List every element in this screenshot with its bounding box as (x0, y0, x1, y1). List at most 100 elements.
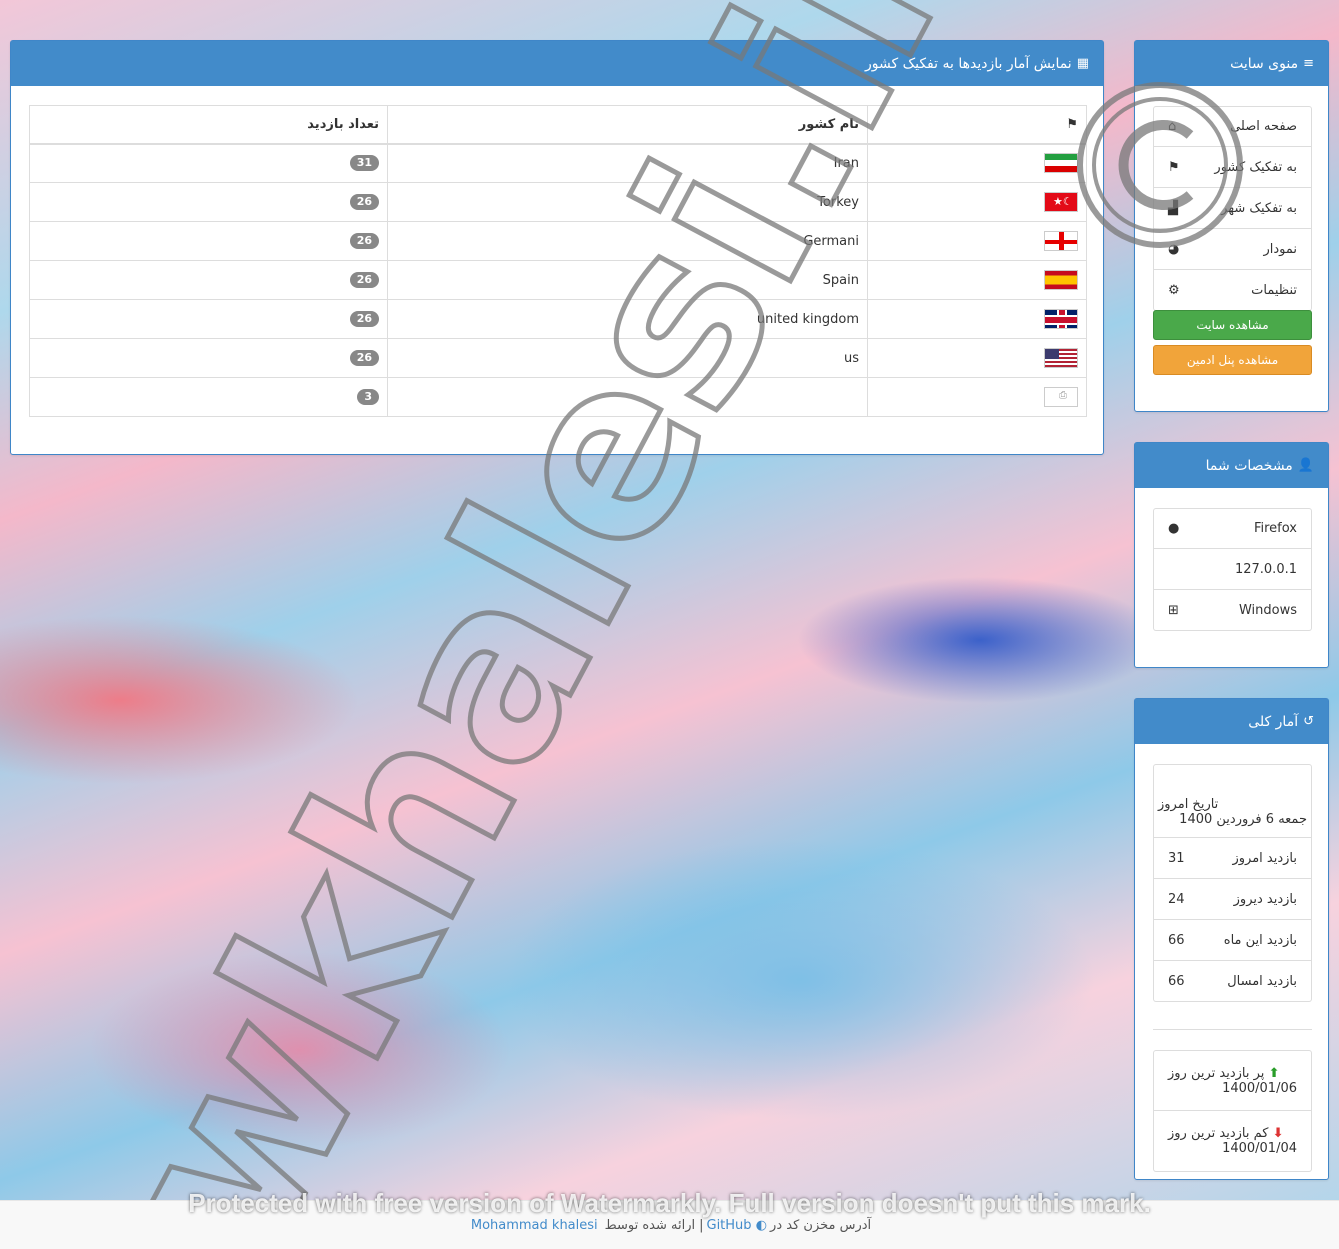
menu-item-by-country[interactable]: به تفکیک کشور ⚑ (1153, 147, 1312, 188)
menu-item-label: به تفکیک کشور (1214, 159, 1297, 175)
arrow-down-circle-icon: ⬇ (1272, 1126, 1284, 1141)
visits-badge: 26 (349, 194, 379, 210)
table-row: Germani 26 (29, 221, 1087, 261)
least-visited-day-item: ⬇ کم بازدید ترین روز 1400/01/04 (1153, 1111, 1312, 1172)
table-row: Spain 26 (29, 260, 1087, 300)
menu-item-label: به تفکیک شهر (1221, 200, 1297, 216)
visits-cell: 26 (29, 299, 388, 339)
most-visited-line: ⬆ پر بازدید ترین روز (1168, 1066, 1279, 1081)
stat-item-today: بازدید امروز 31 (1153, 838, 1312, 879)
visits-badge: 31 (349, 155, 379, 172)
menu-item-home[interactable]: صفحه اصلی ⌂ (1153, 106, 1312, 147)
flag-header-icon: ⚑ (1066, 116, 1078, 132)
general-stats-list: تاریخ امروز جمعه 6 فروردین 1400 بازدید ا… (1153, 764, 1312, 1002)
github-icon: ◐ (755, 1217, 768, 1233)
turkey-flag-icon (1044, 192, 1078, 212)
ip-label: 127.0.0.1 (1234, 561, 1297, 577)
site-menu-title: منوی سایت (1230, 55, 1299, 72)
user-info-title: مشخصات شما (1205, 457, 1293, 474)
most-visited-date: 1400/01/06 (1222, 1080, 1297, 1096)
table-row: us 26 (29, 338, 1087, 378)
general-stats-panel: ↺ آمار کلی تاریخ امروز جمعه 6 فروردین 14… (1134, 698, 1329, 1180)
os-label: Windows (1238, 602, 1297, 618)
table-row: 3 (29, 377, 1087, 417)
site-menu-list: صفحه اصلی ⌂ به تفکیک کشور ⚑ به تفکیک شهر… (1153, 106, 1312, 311)
country-stats-title: نمایش آمار بازدیدها به تفکیک کشور (864, 55, 1072, 72)
github-link-label: GitHub (706, 1217, 752, 1233)
flag-cell (867, 338, 1087, 378)
menu-item-settings[interactable]: تنظیمات ⚙ (1153, 270, 1312, 311)
history-icon: ↺ (1303, 714, 1314, 729)
us-flag-icon (1044, 348, 1078, 368)
stat-value: 31 (1168, 850, 1185, 866)
unknown-flag-icon (1044, 387, 1078, 407)
most-visited-day-item: ⬆ پر بازدید ترین روز 1400/01/06 (1153, 1050, 1312, 1111)
visits-cell: 3 (29, 377, 388, 417)
browser-label: Firefox (1253, 521, 1297, 536)
menu-item-chart[interactable]: نمودار ◕ (1153, 229, 1312, 270)
country-stats-panel: ▦ نمایش آمار بازدیدها به تفکیک کشور ⚑ نا… (10, 40, 1104, 455)
stat-value: 66 (1168, 973, 1185, 989)
country-cell: Torkey (387, 182, 868, 222)
user-info-heading: 👤 مشخصات شما (1135, 443, 1328, 488)
site-menu-panel: ≡ منوی سایت صفحه اصلی ⌂ به تفکیک کشور ⚑ … (1134, 40, 1329, 412)
least-visited-label: کم بازدید ترین روز (1168, 1126, 1269, 1141)
country-cell: us (387, 338, 868, 378)
country-stats-heading: ▦ نمایش آمار بازدیدها به تفکیک کشور (11, 41, 1103, 86)
stat-value: 66 (1168, 932, 1185, 948)
arrow-up-circle-icon: ⬆ (1268, 1065, 1280, 1081)
most-visited-label: پر بازدید ترین روز (1168, 1065, 1265, 1081)
flag-cell (867, 221, 1087, 261)
divider (1153, 1029, 1312, 1030)
country-cell: united kingdom (387, 299, 868, 339)
country-cell: Spain (387, 260, 868, 300)
view-site-button[interactable]: مشاهده سایت (1153, 310, 1312, 340)
today-date-value: جمعه 6 فروردین 1400 (1179, 812, 1307, 827)
stat-label: بازدید دیروز (1233, 891, 1297, 907)
windows-icon: ⊞ (1168, 602, 1179, 618)
menu-item-by-city[interactable]: به تفکیک شهر ▟ (1153, 188, 1312, 229)
general-stats-title: آمار کلی (1248, 713, 1299, 730)
stat-label: بازدید امروز (1232, 850, 1297, 866)
least-visited-line: ⬇ کم بازدید ترین روز (1168, 1126, 1284, 1141)
country-column-header: نام کشور (387, 105, 868, 145)
view-admin-button[interactable]: مشاهده پنل ادمین (1153, 345, 1312, 375)
flag-cell (867, 377, 1087, 417)
flag-cell (867, 299, 1087, 339)
ip-item: 127.0.0.1 (1153, 549, 1312, 590)
table-header-row: ⚑ نام کشور تعداد بازدید (29, 105, 1087, 145)
table-row: Iran 31 (29, 143, 1087, 183)
visits-cell: 26 (29, 260, 388, 300)
least-visited-date: 1400/01/04 (1222, 1141, 1297, 1156)
visits-cell: 26 (29, 221, 388, 261)
pie-chart-icon: ◕ (1168, 241, 1180, 257)
user-info-panel: 👤 مشخصات شما Firefox ● 127.0.0.1 Windows… (1134, 442, 1329, 668)
visits-cell: 31 (29, 143, 388, 183)
general-stats-heading: ↺ آمار کلی (1135, 699, 1328, 744)
record-days-list: ⬆ پر بازدید ترین روز 1400/01/06 ⬇ کم باز… (1153, 1050, 1312, 1172)
site-menu-heading: ≡ منوی سایت (1135, 41, 1328, 86)
country-stats-table: ⚑ نام کشور تعداد بازدید Iran 31 Torkey 2… (29, 105, 1087, 417)
today-date-label: تاریخ امروز (1158, 797, 1219, 812)
country-cell: Germani (387, 221, 868, 261)
georgia-flag-icon (1044, 231, 1078, 251)
flag-column-header: ⚑ (867, 105, 1087, 145)
visits-cell: 26 (29, 182, 388, 222)
footer-author-text: ارائه شده توسط (604, 1217, 696, 1233)
spain-flag-icon (1044, 270, 1078, 290)
flag-cell (867, 143, 1087, 183)
flag-cell (867, 260, 1087, 300)
author-link[interactable]: Mohammad khalesi (471, 1218, 598, 1233)
user-info-list: Firefox ● 127.0.0.1 Windows ⊞ (1153, 508, 1312, 631)
flag-cell (867, 182, 1087, 222)
visits-badge: 26 (349, 272, 379, 288)
globe-icon: ● (1168, 521, 1180, 536)
menu-icon: ≡ (1303, 56, 1314, 71)
github-link[interactable]: ◐ GitHub (707, 1218, 768, 1233)
visits-badge: 26 (349, 311, 379, 327)
visits-badge: 26 (349, 350, 379, 366)
visits-badge: 26 (349, 233, 379, 249)
stat-label: بازدید این ماه (1223, 932, 1297, 948)
home-icon: ⌂ (1168, 119, 1177, 134)
visits-column-header: تعداد بازدید (29, 105, 388, 145)
